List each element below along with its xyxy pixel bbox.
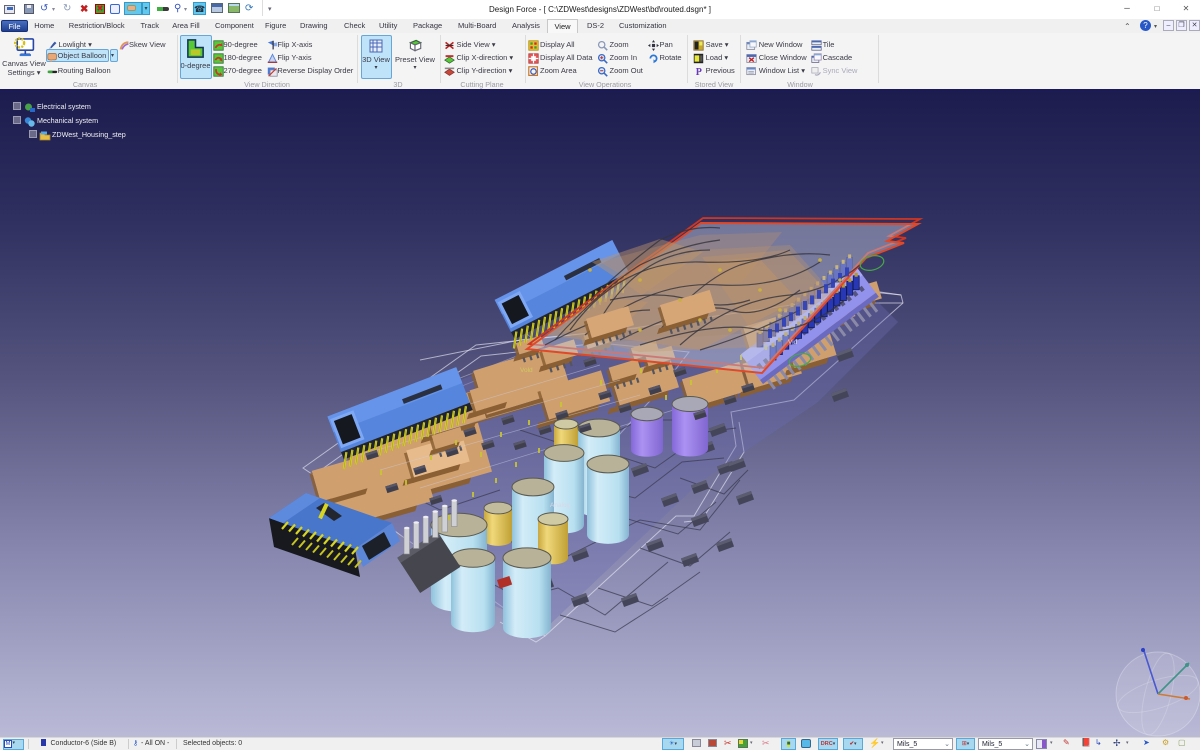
svg-text:Analog: Analog bbox=[550, 502, 571, 509]
svg-text:Vold: Vold bbox=[520, 367, 533, 374]
svg-text:Vid: Vid bbox=[788, 339, 798, 346]
